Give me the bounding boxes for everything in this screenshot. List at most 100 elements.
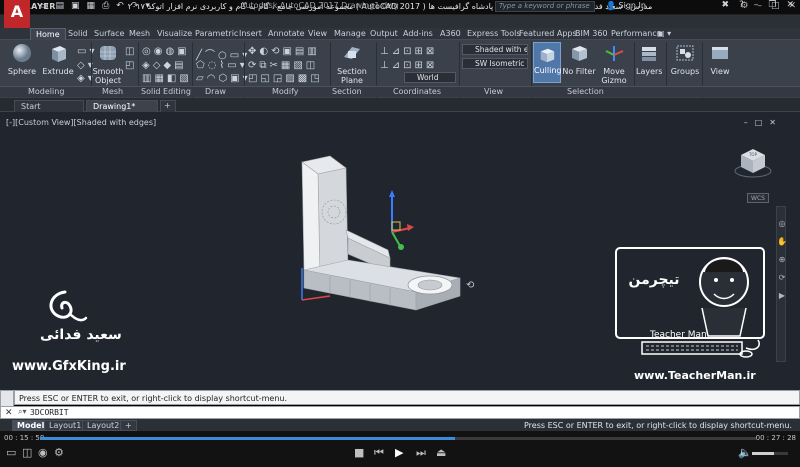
tab-parametric[interactable]: Parametric (195, 29, 238, 38)
new-tab-icon[interactable]: + (160, 100, 176, 112)
ucs-menu[interactable]: WCS (747, 193, 769, 203)
print-icon[interactable]: ⎙ (102, 1, 109, 11)
zoom-icon[interactable]: ⊕ (777, 251, 787, 269)
file-tab-drawing1[interactable]: Drawing1* (86, 100, 158, 112)
draw-tools-row-2[interactable]: ⬠◌⌇▭▾ (196, 60, 248, 71)
command-input[interactable] (0, 406, 800, 419)
tab-home[interactable]: Home (30, 28, 66, 40)
help-icon[interactable]: ? (739, 0, 744, 10)
command-close-icon[interactable]: ✕ (5, 408, 13, 418)
tab-mesh[interactable]: Mesh (129, 29, 150, 38)
panel-solid-editing[interactable]: Solid Editing (141, 87, 191, 96)
player-play-icon[interactable]: ▶ (395, 446, 403, 459)
application-menu-button[interactable]: A (4, 0, 30, 29)
view-button[interactable]: View (706, 43, 734, 76)
coordinates-row[interactable]: ⊥⊿⊡⊞⊠ (380, 46, 437, 57)
open-icon[interactable]: ▤ (56, 1, 65, 11)
viewcube[interactable]: TOP (733, 143, 773, 179)
tab-solid[interactable]: Solid (68, 29, 88, 38)
panel-modify[interactable]: Modify (272, 87, 299, 96)
panel-selection[interactable]: Selection (567, 87, 604, 96)
modify-tools-row-3[interactable]: ◰◱◲▨▩◳ (248, 73, 323, 84)
add-layout-icon[interactable]: + (120, 420, 137, 431)
tab-express-tools[interactable]: Express Tools (467, 29, 521, 38)
layout-tab-layout2[interactable]: Layout2 (82, 420, 125, 431)
solid-editing-row-3[interactable]: ▥▦◧▧ (142, 73, 192, 84)
smooth-object-button[interactable]: Smooth Object (92, 43, 124, 85)
file-tab-start[interactable]: Start (14, 100, 84, 112)
vp-restore-icon[interactable]: □ (755, 118, 763, 127)
tab-visualize[interactable]: Visualize (157, 29, 192, 38)
exchange-icon[interactable]: ✖ (722, 0, 730, 10)
sign-in-button[interactable]: 👤 Sign In (606, 1, 646, 10)
draw-tools-row[interactable]: ╱⌒○▭▾ (196, 46, 250, 61)
ucs-dropdown[interactable]: World (404, 72, 456, 83)
layout-tab-layout1[interactable]: Layout1 (44, 420, 87, 431)
orbit-icon[interactable]: ⟳ (777, 269, 787, 287)
workspace-dropdown-icon[interactable]: ▾ (145, 1, 150, 11)
vp-minimize-icon[interactable]: – (744, 118, 748, 127)
extrude-button[interactable]: Extrude (42, 43, 74, 76)
modify-tools-row-2[interactable]: ⟳⧉✂▦▧◫ (248, 60, 318, 71)
saveas-icon[interactable]: ▦ (87, 1, 96, 11)
vp-close-icon[interactable]: ✕ (769, 118, 776, 127)
new-icon[interactable]: ▭ (40, 1, 49, 11)
layers-button[interactable]: Layers (636, 43, 662, 76)
panel-modeling[interactable]: Modeling (28, 87, 64, 96)
viewport-controls[interactable]: [-][Custom View][Shaded with edges] (6, 118, 156, 127)
restore-icon[interactable]: ❐ (768, 0, 776, 10)
panel-draw[interactable]: Draw (205, 87, 226, 96)
no-filter-button[interactable]: No Filter (562, 43, 596, 76)
move-gizmo[interactable] (372, 188, 416, 252)
view-dropdown[interactable]: SW Isometric (462, 58, 528, 69)
player-prev-icon[interactable]: ⏮ (374, 446, 384, 460)
save-icon[interactable]: ▣ (71, 1, 80, 11)
culling-button[interactable]: Culling (533, 42, 561, 83)
undo-icon[interactable]: ↶ (116, 1, 124, 11)
modify-tools-row[interactable]: ✥◐⟲▣▤▥ (248, 46, 320, 57)
redo-icon[interactable]: ↷ (131, 1, 139, 11)
solid-editing-row[interactable]: ◎◉◍▣ (142, 46, 190, 57)
mesh-tools-row[interactable]: ◫ (125, 46, 137, 57)
panel-coordinates[interactable]: Coordinates (393, 87, 441, 96)
visual-style-dropdown[interactable]: Shaded with e... (462, 44, 528, 55)
tab-surface[interactable]: Surface (94, 29, 124, 38)
minimize-icon[interactable]: – (754, 0, 759, 10)
player-menu-icon[interactable]: ▭ (6, 446, 16, 459)
tab-bim-360[interactable]: BIM 360 (575, 29, 608, 38)
draw-tools-row-3[interactable]: ▱◠⬡▣▾ (196, 73, 251, 84)
player-settings-icon-2[interactable]: ⚙ (54, 446, 64, 459)
sphere-button[interactable]: Sphere (6, 43, 38, 76)
close-icon[interactable]: ✕ (786, 0, 794, 10)
tab-annotate[interactable]: Annotate (268, 29, 305, 38)
mesh-tools-row-2[interactable]: ◰ (125, 60, 137, 71)
player-stop-icon[interactable]: ■ (354, 446, 364, 459)
panel-section[interactable]: Section (332, 87, 362, 96)
section-plane-button[interactable]: Section Plane (334, 43, 370, 85)
groups-button[interactable]: Groups (670, 43, 700, 76)
solid-editing-row-2[interactable]: ◈◇◆▤ (142, 60, 187, 71)
player-eye-icon[interactable]: ◉ (38, 446, 48, 459)
search-input[interactable]: Type a keyword or phrase (495, 1, 595, 12)
tab-featured-apps[interactable]: Featured Apps (519, 29, 577, 38)
player-3d-icon[interactable]: ◫ (22, 446, 32, 459)
coordinates-row-2[interactable]: ⊥⊿⊡⊞⊠ (380, 60, 437, 71)
steering-wheel-icon[interactable]: ◎ (777, 215, 787, 233)
tab-insert[interactable]: Insert (239, 29, 262, 38)
pan-icon[interactable]: ✋ (777, 233, 787, 251)
move-gizmo-button[interactable]: Move Gizmo (598, 43, 630, 85)
tab-view[interactable]: View (308, 29, 327, 38)
panel-mesh[interactable]: Mesh (102, 87, 123, 96)
tab-add-ins[interactable]: Add-ins (403, 29, 433, 38)
tab-a360[interactable]: A360 (440, 29, 461, 38)
showmotion-icon[interactable]: ▶ (777, 287, 787, 305)
command-customize-icon[interactable]: ⌕▾ (18, 407, 27, 417)
tab-manage[interactable]: Manage (334, 29, 366, 38)
player-next-icon[interactable]: ⏭ (416, 446, 426, 460)
tab-performance[interactable]: Performance (611, 29, 662, 38)
player-volume-icon[interactable]: 🔈 (738, 446, 752, 459)
ribbon-options-icon[interactable]: ▣ ▾ (657, 29, 671, 38)
player-eject-icon[interactable]: ⏏ (436, 446, 446, 459)
panel-view[interactable]: View (484, 87, 503, 96)
tab-output[interactable]: Output (370, 29, 398, 38)
